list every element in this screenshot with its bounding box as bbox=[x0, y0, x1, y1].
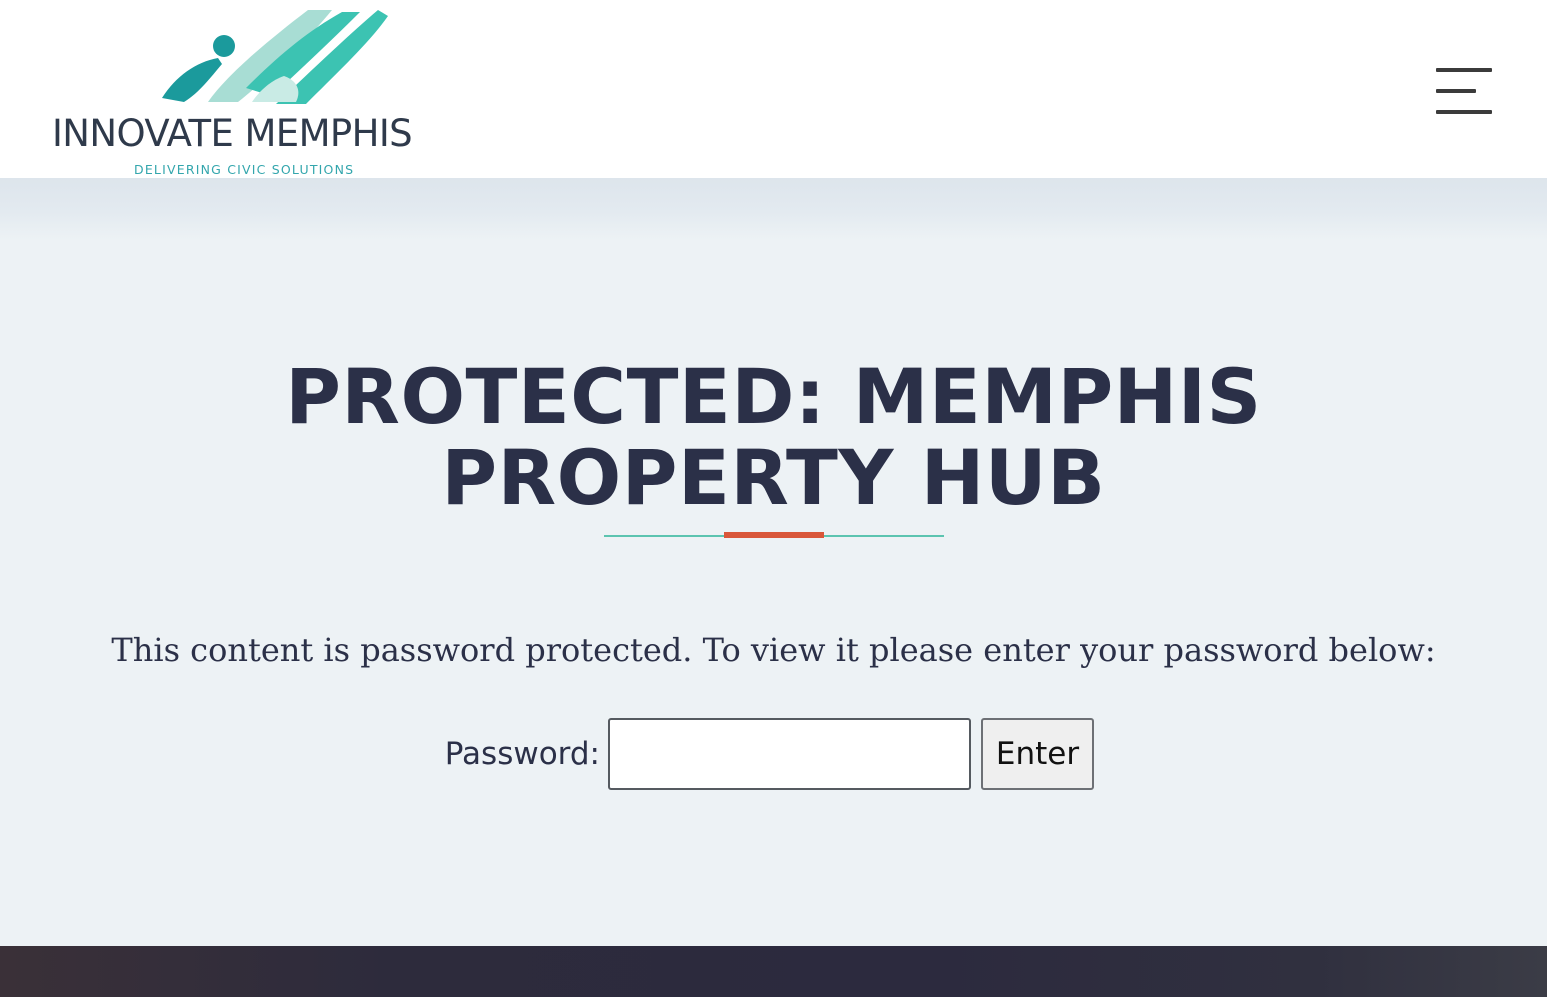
menu-bar-middle bbox=[1436, 89, 1476, 93]
password-form: Password: Enter bbox=[0, 718, 1547, 790]
logo-wordmark: INNOVATE MEMPHIS bbox=[52, 112, 413, 155]
menu-bar-top bbox=[1436, 68, 1492, 72]
main-content: PROTECTED: MEMPHIS PROPERTY HUB This con… bbox=[0, 178, 1547, 946]
menu-bar-bottom bbox=[1436, 110, 1492, 114]
logo-mark-icon bbox=[162, 10, 388, 104]
footer-hero-image bbox=[0, 946, 1547, 997]
site-header: INNOVATE MEMPHIS DELIVERING CIVIC SOLUTI… bbox=[0, 0, 1547, 178]
password-protected-notice: This content is password protected. To v… bbox=[111, 631, 1436, 669]
password-input[interactable] bbox=[608, 718, 971, 790]
enter-button[interactable]: Enter bbox=[981, 718, 1094, 790]
header-shadow bbox=[0, 178, 1547, 240]
password-label: Password: bbox=[444, 736, 600, 772]
logo-tagline: DELIVERING CIVIC SOLUTIONS bbox=[134, 162, 355, 177]
hamburger-menu-icon[interactable] bbox=[1428, 58, 1500, 124]
site-logo-link[interactable]: INNOVATE MEMPHIS DELIVERING CIVIC SOLUTI… bbox=[52, 4, 462, 178]
title-divider-accent bbox=[724, 532, 824, 538]
page-title: PROTECTED: MEMPHIS PROPERTY HUB bbox=[285, 352, 1262, 522]
